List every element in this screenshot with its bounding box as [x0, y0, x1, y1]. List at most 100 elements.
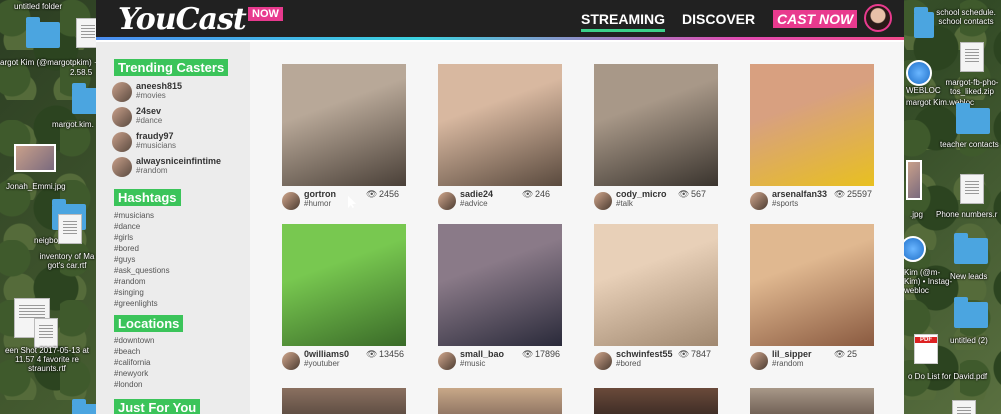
locations-title: Locations	[114, 315, 184, 332]
desktop-item-label: neigbo	[34, 236, 59, 245]
caster-name: alwaysniceinfintime	[136, 156, 222, 166]
hashtag-link[interactable]: #greenlights	[114, 299, 158, 308]
caster-tag: #musicians	[136, 141, 177, 150]
streamer-username: sadie24	[460, 189, 494, 199]
stream-thumbnail[interactable]	[282, 388, 406, 414]
streamer-username: schwinfest55	[616, 349, 673, 359]
folder-icon[interactable]	[914, 7, 934, 38]
folder-icon[interactable]	[954, 233, 988, 264]
youcast-logo[interactable]: YouCast	[118, 2, 247, 37]
streamer-username: gortron	[304, 189, 336, 199]
desktop-item-label: margot.kim.	[52, 120, 94, 129]
desktop-item-label: teacher contacts	[940, 140, 999, 149]
image-thumbnail-icon[interactable]	[14, 144, 56, 172]
cast-now-button[interactable]: CAST NOW	[773, 10, 858, 28]
caster-name: 24sev	[136, 106, 162, 116]
streamer-avatar	[594, 192, 612, 210]
caster-name: fraudy97	[136, 131, 174, 141]
desktop-item-label: school schedule. school contacts	[936, 8, 996, 26]
stream-thumbnail[interactable]	[750, 224, 874, 346]
stream-hashtag: #talk	[616, 199, 633, 208]
stream-hashtag: #advice	[460, 199, 488, 208]
document-icon[interactable]	[960, 174, 984, 204]
stream-thumbnail[interactable]	[438, 64, 562, 186]
pdf-badge: PDF	[915, 337, 937, 343]
eye-icon: 👁	[834, 189, 846, 199]
document-icon[interactable]	[952, 400, 976, 414]
stream-thumbnail[interactable]	[282, 224, 406, 346]
streamer-username: small_bao	[460, 349, 505, 359]
stream-thumbnail[interactable]	[594, 388, 718, 414]
folder-icon[interactable]	[956, 103, 990, 134]
stream-thumbnail[interactable]	[438, 388, 562, 414]
hashtag-link[interactable]: #random	[114, 277, 146, 286]
zip-file-icon[interactable]	[960, 42, 984, 72]
nav-streaming[interactable]: STREAMING	[581, 11, 665, 32]
hashtag-link[interactable]: #musicians	[114, 211, 154, 220]
stream-thumbnail[interactable]	[594, 64, 718, 186]
eye-icon: 👁	[366, 349, 378, 359]
location-link[interactable]: #california	[114, 358, 150, 367]
trending-casters-title: Trending Casters	[114, 59, 229, 76]
stream-hashtag: #bored	[616, 359, 641, 368]
caster-avatar	[112, 82, 132, 102]
hashtag-link[interactable]: #bored	[114, 244, 139, 253]
streamer-username: cody_micro	[616, 189, 667, 199]
streamer-avatar	[594, 352, 612, 370]
hashtag-link[interactable]: #ask_questions	[114, 266, 170, 275]
hashtag-link[interactable]: #dance	[114, 222, 140, 231]
stream-hashtag: #youtuber	[304, 359, 340, 368]
sidebar: Trending Casters aneesh815 #movies 24sev…	[96, 42, 250, 414]
stream-grid: gortron #humor 👁 2456 sadie24 #advice 👁 …	[250, 42, 904, 414]
view-count: 2456	[379, 189, 400, 199]
stream-thumbnail[interactable]	[282, 64, 406, 186]
caster-tag: #movies	[136, 91, 166, 100]
streamer-username: 0williams0	[304, 349, 350, 359]
top-navigation-bar: YouCast NOW STREAMING DISCOVER CAST NOW	[96, 0, 904, 40]
location-link[interactable]: #london	[114, 380, 142, 389]
folder-icon[interactable]	[954, 297, 988, 328]
hashtag-link[interactable]: #guys	[114, 255, 135, 264]
location-link[interactable]: #beach	[114, 347, 140, 356]
streamer-avatar	[282, 192, 300, 210]
view-count: 567	[691, 189, 707, 199]
nav-discover[interactable]: DISCOVER	[682, 11, 755, 27]
hashtag-link[interactable]: #girls	[114, 233, 133, 242]
view-count: 25	[847, 349, 858, 359]
desktop-item-label: untitled (2)	[950, 336, 988, 345]
stream-thumbnail[interactable]	[750, 388, 874, 414]
logo-now-badge: NOW	[248, 7, 283, 21]
pdf-file-icon[interactable]: PDF	[914, 334, 938, 364]
stream-hashtag: #music	[460, 359, 486, 368]
desktop-item-label: een Shot 2017-05-13 at 11.57 4 favorite …	[4, 346, 90, 373]
caster-tag: #random	[136, 166, 168, 175]
caster-avatar	[112, 132, 132, 152]
location-link[interactable]: #downtown	[114, 336, 154, 345]
desktop-item-label: Kim (@m-Kim) • Instag-webloc	[904, 268, 953, 295]
desktop-item-label: Jonah_Emmi.jpg	[6, 182, 66, 191]
hashtag-link[interactable]: #singing	[114, 288, 144, 297]
desktop-item-label: 2.58.5	[70, 68, 93, 77]
document-icon[interactable]	[58, 214, 82, 244]
streamer-username: lil_sipper	[772, 349, 812, 359]
image-thumbnail-icon[interactable]	[906, 160, 922, 200]
desktop-item-label: o Do List for David.pdf	[908, 372, 988, 381]
desktop-item-label: Phone numbers.r	[936, 210, 998, 219]
eye-icon: 👁	[522, 189, 534, 199]
caster-avatar	[112, 157, 132, 177]
eye-icon: 👁	[522, 349, 534, 359]
folder-icon[interactable]	[26, 17, 60, 48]
eye-icon: 👁	[366, 189, 378, 199]
view-count: 13456	[379, 349, 405, 359]
caster-avatar	[112, 107, 132, 127]
view-count: 7847	[691, 349, 712, 359]
user-avatar[interactable]	[864, 4, 892, 32]
stream-thumbnail[interactable]	[750, 64, 874, 186]
stream-thumbnail[interactable]	[438, 224, 562, 346]
desktop-item-label: inventory of Ma got's car.rtf	[39, 252, 95, 270]
document-icon[interactable]	[34, 318, 58, 348]
stream-thumbnail[interactable]	[594, 224, 718, 346]
streamer-avatar	[438, 352, 456, 370]
location-link[interactable]: #newyork	[114, 369, 148, 378]
webloc-icon[interactable]	[906, 60, 932, 86]
